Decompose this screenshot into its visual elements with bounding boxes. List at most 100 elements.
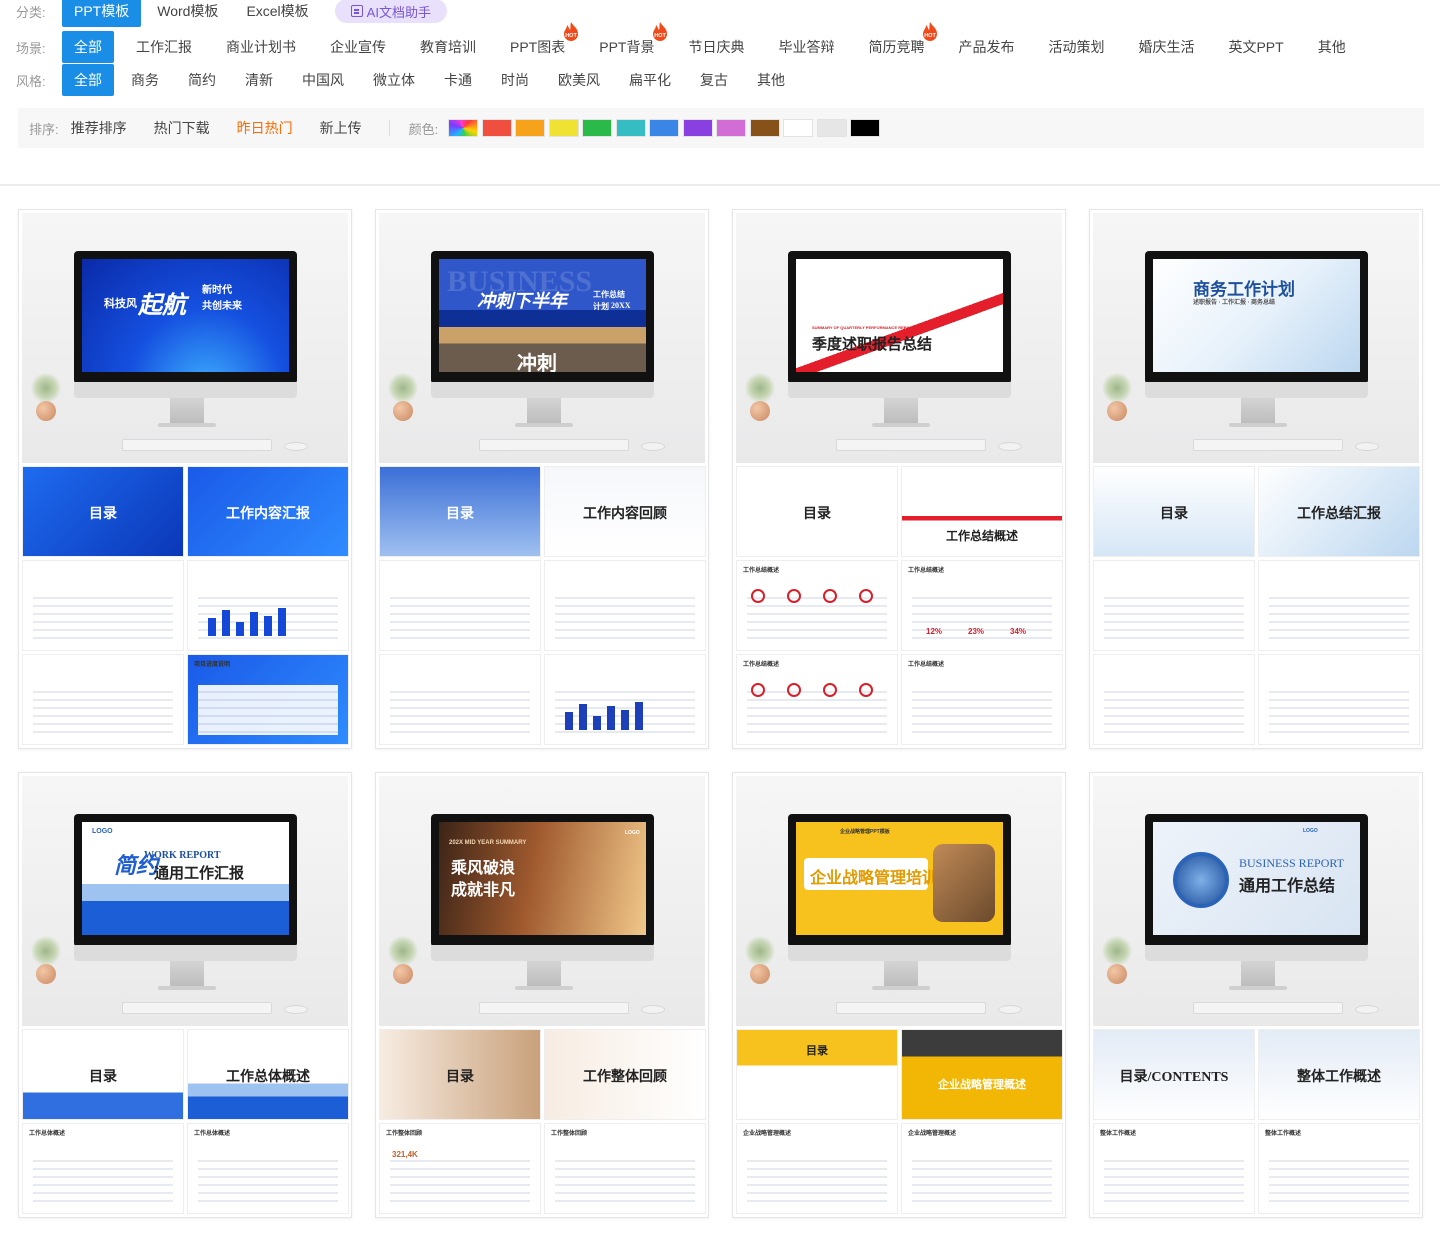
style-filter-item[interactable]: 商务 (119, 64, 171, 96)
scene-filter-item[interactable]: 婚庆生活 (1126, 31, 1206, 63)
slide-thumbnail[interactable]: 工作总结概述 (901, 466, 1063, 557)
slide-thumbnail[interactable]: 目录 (22, 1029, 184, 1120)
template-card[interactable]: 商务工作计划 述职报告 · 工作汇报 · 商务总结 目录 工作总结汇报 (1089, 209, 1423, 749)
category-ppt[interactable]: PPT模板 (62, 0, 142, 27)
slide-thumbnail[interactable]: 工作内容汇报 (187, 466, 349, 557)
sort-option[interactable]: 新上传 (320, 118, 362, 138)
color-swatch[interactable] (548, 119, 579, 137)
ai-assistant-button[interactable]: AI文档助手 (334, 0, 447, 23)
category-word[interactable]: Word模板 (145, 0, 230, 27)
template-card[interactable]: BUSINESS 冲刺下半年 工作总结 计划 20XX 冲刺 目录 工作内容回顾 (375, 209, 709, 749)
template-cover-preview[interactable]: 科技风 起航 新时代 共创未来 (22, 213, 348, 463)
template-cover-preview[interactable]: SUMMARY OF QUARTERLY PERFORMANCE REPORT 季… (736, 213, 1062, 463)
slide-thumbnail[interactable]: 工作总结概述 (736, 654, 898, 745)
template-cover-preview[interactable]: BUSINESS 冲刺下半年 工作总结 计划 20XX 冲刺 (379, 213, 705, 463)
style-filter-item[interactable]: 简约 (176, 64, 228, 96)
style-filter-item[interactable]: 清新 (233, 64, 285, 96)
slide-thumbnail[interactable]: 目录 (22, 466, 184, 557)
style-filter-item[interactable]: 微立体 (361, 64, 427, 96)
color-swatch[interactable] (515, 119, 546, 137)
slide-thumbnail[interactable]: 目录 (1093, 466, 1255, 557)
sort-option[interactable]: 热门下载 (154, 118, 210, 138)
slide-thumbnail[interactable]: 整体工作概述 (1258, 1029, 1420, 1120)
slide-thumbnail[interactable] (22, 654, 184, 745)
scene-filter-item[interactable]: 产品发布 (946, 31, 1026, 63)
scene-filter-item[interactable]: 毕业答辩 (766, 31, 846, 63)
color-swatch[interactable] (783, 119, 814, 137)
slide-thumbnail[interactable]: 企业战略管理概述 (901, 1123, 1063, 1214)
style-filter-item[interactable]: 全部 (62, 64, 114, 96)
slide-thumbnail[interactable] (1258, 560, 1420, 651)
slide-thumbnail[interactable]: 工作内容回顾 (544, 466, 706, 557)
slide-thumbnail[interactable] (379, 654, 541, 745)
template-card[interactable]: SUMMARY OF QUARTERLY PERFORMANCE REPORT 季… (732, 209, 1066, 749)
scene-filter-item[interactable]: PPT图表 HOT (498, 22, 579, 63)
slide-thumbnail[interactable]: 企业战略管理概述 (736, 1123, 898, 1214)
color-swatch[interactable] (582, 119, 613, 137)
color-swatch[interactable] (816, 119, 847, 137)
color-swatch[interactable] (850, 119, 881, 137)
slide-thumbnail[interactable]: 工作整体回顾 (544, 1029, 706, 1120)
slide-thumbnail[interactable] (379, 560, 541, 651)
sort-option[interactable]: 推荐排序 (71, 118, 127, 138)
style-filter-item[interactable]: 中国风 (290, 64, 356, 96)
color-swatch[interactable] (481, 119, 512, 137)
scene-filter-item[interactable]: 商业计划书 (214, 31, 308, 63)
template-cover-preview[interactable]: LOGO BUSINESS REPORT 通用工作总结 (1093, 776, 1419, 1026)
slide-thumbnail[interactable]: 目录 (736, 1029, 898, 1120)
slide-thumbnail[interactable]: 工作总体概述 (187, 1123, 349, 1214)
color-swatch[interactable] (749, 119, 780, 137)
template-card[interactable]: LOGO 202X MID YEAR SUMMARY 乘风破浪 成就非凡 目录 工作整体回… (375, 772, 709, 1218)
scene-filter-item[interactable]: 全部 (62, 31, 114, 63)
scene-filter-item[interactable]: 工作汇报 (124, 31, 204, 63)
slide-thumbnail[interactable]: 工作总结概述 (901, 654, 1063, 745)
template-card[interactable]: 科技风 起航 新时代 共创未来 目录 工作内容汇报 项目进度说明 (18, 209, 352, 749)
template-cover-preview[interactable]: LOGO WORK REPORT 简约 通用工作汇报 (22, 776, 348, 1026)
template-cover-preview[interactable]: LOGO 202X MID YEAR SUMMARY 乘风破浪 成就非凡 (379, 776, 705, 1026)
style-filter-item[interactable]: 欧美风 (546, 64, 612, 96)
slide-thumbnail[interactable]: 工作整体回顾 (544, 1123, 706, 1214)
template-cover-preview[interactable]: 商务工作计划 述职报告 · 工作汇报 · 商务总结 (1093, 213, 1419, 463)
category-excel[interactable]: Excel模板 (234, 0, 320, 27)
slide-thumbnail[interactable]: 目录 (736, 466, 898, 557)
style-filter-item[interactable]: 卡通 (432, 64, 484, 96)
color-swatch[interactable] (716, 119, 747, 137)
slide-thumbnail[interactable] (22, 560, 184, 651)
slide-thumbnail[interactable]: 企业战略管理概述 (901, 1029, 1063, 1120)
slide-thumbnail[interactable] (1258, 654, 1420, 745)
template-card[interactable]: LOGO WORK REPORT 简约 通用工作汇报 目录 工作总体概述 工作总体概述 工作总… (18, 772, 352, 1218)
slide-thumbnail[interactable] (544, 654, 706, 745)
color-swatch[interactable] (615, 119, 646, 137)
color-swatch[interactable] (649, 119, 680, 137)
scene-filter-item[interactable]: 企业宣传 (318, 31, 398, 63)
slide-thumbnail[interactable]: 目录 (379, 1029, 541, 1120)
slide-thumbnail[interactable]: 工作总结概述 (736, 560, 898, 651)
sort-option[interactable]: 昨日热门 (237, 118, 293, 138)
template-cover-preview[interactable]: 企业战略管理PPT模板 企业战略管理培训 (736, 776, 1062, 1026)
scene-filter-item[interactable]: 活动策划 (1036, 31, 1116, 63)
style-filter-item[interactable]: 复古 (688, 64, 740, 96)
slide-thumbnail[interactable] (1093, 654, 1255, 745)
slide-thumbnail[interactable] (1093, 560, 1255, 651)
template-card[interactable]: LOGO BUSINESS REPORT 通用工作总结 目录/CONTENTS 整体工作… (1089, 772, 1423, 1218)
scene-filter-item[interactable]: 简历竞聘 HOT (856, 22, 938, 63)
slide-thumbnail[interactable] (187, 560, 349, 651)
scene-filter-item[interactable]: 其他 (1306, 31, 1358, 63)
style-filter-item[interactable]: 扁平化 (617, 64, 683, 96)
scene-filter-item[interactable]: 教育培训 (408, 31, 488, 63)
color-swatch[interactable] (682, 119, 713, 137)
scene-filter-item[interactable]: 英文PPT (1216, 31, 1295, 63)
slide-thumbnail[interactable]: 整体工作概述 (1093, 1123, 1255, 1214)
slide-thumbnail[interactable]: 项目进度说明 (187, 654, 349, 745)
slide-thumbnail[interactable]: 工作总体概述 (22, 1123, 184, 1214)
scene-filter-item[interactable]: PPT背景 HOT (587, 22, 668, 63)
scene-filter-item[interactable]: 节日庆典 (676, 31, 756, 63)
color-swatch[interactable] (448, 119, 479, 137)
template-card[interactable]: 企业战略管理PPT模板 企业战略管理培训 目录 企业战略管理概述 企业战略管理概述 企业战… (732, 772, 1066, 1218)
slide-thumbnail[interactable]: 目录 (379, 466, 541, 557)
style-filter-item[interactable]: 其他 (745, 64, 797, 96)
slide-thumbnail[interactable]: 工作整体回顾 321,4K (379, 1123, 541, 1214)
style-filter-item[interactable]: 时尚 (489, 64, 541, 96)
slide-thumbnail[interactable]: 工作总结概述 12% 23% 34% (901, 560, 1063, 651)
slide-thumbnail[interactable] (544, 560, 706, 651)
